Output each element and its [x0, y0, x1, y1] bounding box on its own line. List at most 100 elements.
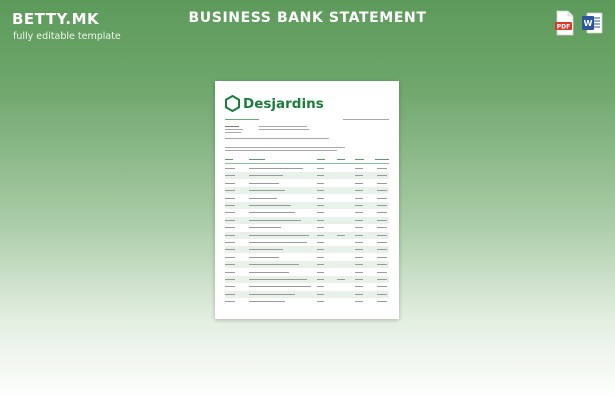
table-cell	[249, 286, 311, 288]
table-cell	[377, 219, 387, 221]
table-cell	[225, 182, 235, 184]
table-row	[225, 165, 389, 172]
table-cell	[225, 212, 235, 214]
address-line	[225, 132, 241, 134]
account-line	[259, 126, 307, 128]
table-cell	[377, 227, 387, 229]
table-cell	[317, 256, 324, 258]
word-icon: W	[582, 12, 603, 34]
table-cell	[249, 264, 299, 266]
table-cell	[355, 286, 363, 288]
table-cell	[355, 271, 363, 273]
table-cell	[249, 227, 281, 229]
brand-tagline: fully editable template	[13, 31, 121, 42]
table-cell	[225, 227, 235, 229]
table-cell	[249, 190, 285, 192]
pdf-icon: PDF	[555, 10, 574, 36]
table-cell	[355, 249, 363, 251]
table-cell	[225, 249, 235, 251]
table-cell	[249, 212, 295, 214]
table-cell	[225, 205, 235, 206]
table-row	[225, 195, 389, 202]
table-cell	[355, 227, 363, 229]
table-cell	[249, 271, 289, 273]
table-cell	[249, 249, 283, 251]
table-row	[225, 172, 389, 180]
table-cell	[249, 234, 309, 236]
table-cell	[337, 279, 345, 280]
table-cell	[317, 197, 324, 199]
table-cell	[317, 242, 324, 243]
table-cell	[249, 256, 279, 258]
table-row	[225, 276, 389, 283]
table-cell	[377, 168, 387, 169]
table-cell	[225, 279, 235, 280]
table-row	[225, 209, 389, 216]
table-cell	[377, 234, 387, 236]
table-cell	[225, 175, 235, 177]
table-cell	[317, 301, 324, 303]
table-header	[225, 156, 389, 163]
table-cell	[249, 182, 279, 184]
table-cell	[249, 219, 301, 221]
table-cell	[377, 242, 387, 243]
table-cell	[317, 271, 324, 273]
table-cell	[355, 234, 363, 236]
table-cell	[317, 264, 324, 266]
statement-preview: Desjardins	[215, 81, 399, 319]
table-cell	[377, 264, 387, 266]
table-cell	[377, 256, 387, 258]
table-cell	[377, 175, 387, 177]
table-cell	[249, 175, 283, 177]
table-cell	[317, 212, 324, 214]
table-row	[225, 283, 389, 290]
notice-line	[225, 138, 329, 140]
hexagon-icon	[225, 95, 240, 112]
table-cell	[337, 234, 345, 236]
table-cell	[317, 227, 324, 229]
table-cell	[317, 249, 324, 251]
table-cell	[317, 293, 324, 295]
table-cell	[249, 279, 307, 280]
table-cell	[225, 234, 235, 236]
table-cell	[225, 256, 235, 258]
table-cell	[377, 212, 387, 214]
page-title: BUSINESS BANK STATEMENT	[188, 10, 427, 26]
notice-line	[225, 150, 337, 152]
table-cell	[317, 168, 324, 169]
table-cell	[225, 242, 235, 243]
table-cell	[355, 205, 363, 206]
table-cell	[377, 249, 387, 251]
table-header-rule	[225, 163, 389, 164]
address-line	[225, 129, 243, 131]
table-cell	[355, 256, 363, 258]
table-cell	[249, 301, 285, 303]
table-cell	[225, 168, 235, 169]
account-line	[259, 129, 309, 131]
table-cell	[225, 264, 235, 266]
table-row	[225, 261, 389, 269]
table-cell	[249, 242, 307, 243]
table-cell	[377, 293, 387, 295]
table-row	[225, 254, 389, 261]
table-cell	[317, 205, 324, 206]
pdf-label: PDF	[557, 24, 570, 31]
table-cell	[377, 286, 387, 288]
table-row	[225, 298, 389, 305]
table-cell	[249, 293, 295, 295]
notice-line	[225, 147, 345, 149]
table-row	[225, 269, 389, 276]
table-cell	[377, 271, 387, 273]
table-row	[225, 187, 389, 195]
table-cell	[317, 234, 324, 236]
table-cell	[355, 168, 363, 169]
table-cell	[355, 279, 363, 280]
table-cell	[355, 264, 363, 266]
table-cell	[355, 293, 363, 295]
table-cell	[225, 271, 235, 273]
table-cell	[377, 190, 387, 192]
table-cell	[249, 197, 277, 199]
table-cell	[225, 197, 235, 199]
table-cell	[249, 168, 303, 169]
table-cell	[317, 219, 324, 221]
